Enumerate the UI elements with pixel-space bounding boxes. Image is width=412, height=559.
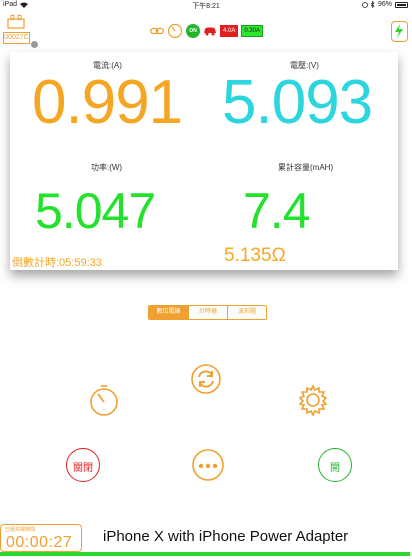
device-indicator[interactable]: 00027C [3, 15, 30, 45]
tab-timer[interactable]: 計時器 [188, 306, 227, 319]
clock: 下午8:21 [192, 3, 220, 10]
measurement-card: 電流:(A) 0.991 電壓:(V) 5.093 功率:(W) 5.047 累… [10, 52, 398, 270]
battery-icon [395, 1, 408, 8]
power-value: 5.047 [35, 183, 156, 239]
charging-button[interactable] [391, 21, 408, 42]
energy-label: 累計容量(mAH) [278, 163, 334, 172]
charge-progress-fill [0, 552, 410, 556]
open-power-label: 開 [330, 463, 340, 474]
location-icon [362, 1, 368, 8]
elapsed-timer: 已經充電時間 00:00:27 [0, 524, 82, 552]
countdown-timer: 倒數計時:05:59:33 [12, 257, 102, 269]
battery-percent: 96% [377, 1, 392, 8]
car-icon[interactable] [203, 26, 217, 36]
current-value: 0.991 [32, 68, 183, 137]
energy-value: 7.4 [243, 183, 311, 239]
mode-tabs: 數位電錶 計時器 波形圖 [148, 305, 267, 320]
bluetooth-icon [370, 1, 375, 8]
toolbar-icons: ON 4.0A 0.30A [150, 23, 264, 39]
resistance-value: 5.135Ω [224, 245, 286, 266]
refresh-icon[interactable] [190, 363, 222, 395]
open-power-button[interactable]: 開 [318, 448, 352, 482]
charge-progress [0, 552, 412, 556]
low-limit-badge[interactable]: 4.0A [220, 25, 239, 37]
device-caption: iPhone X with iPhone Power Adapter [103, 528, 349, 545]
link-icon[interactable] [150, 26, 164, 36]
high-limit-badge[interactable]: 0.30A [241, 25, 264, 37]
timer-icon[interactable] [167, 23, 183, 39]
close-power-label: 關閉 [73, 463, 93, 474]
gear-icon[interactable] [296, 383, 330, 417]
stopwatch-icon[interactable] [88, 383, 120, 417]
close-power-button[interactable]: 關閉 [66, 448, 100, 482]
status-bar: iPad 下午8:21 96% [0, 0, 412, 12]
voltage-value: 5.093 [222, 68, 373, 137]
more-icon[interactable] [191, 448, 225, 482]
connection-dot [31, 41, 38, 48]
meter-device-icon [7, 15, 25, 29]
device-code: 00027C [3, 32, 30, 44]
power-label: 功率:(W) [91, 163, 123, 172]
tab-waveform[interactable]: 波形圖 [227, 306, 266, 319]
tab-digital-meter[interactable]: 數位電錶 [149, 306, 188, 319]
elapsed-label: 已經充電時間 [5, 527, 36, 533]
elapsed-value: 00:00:27 [6, 534, 73, 551]
power-on-badge[interactable]: ON [186, 24, 200, 38]
lightning-icon [395, 24, 403, 38]
